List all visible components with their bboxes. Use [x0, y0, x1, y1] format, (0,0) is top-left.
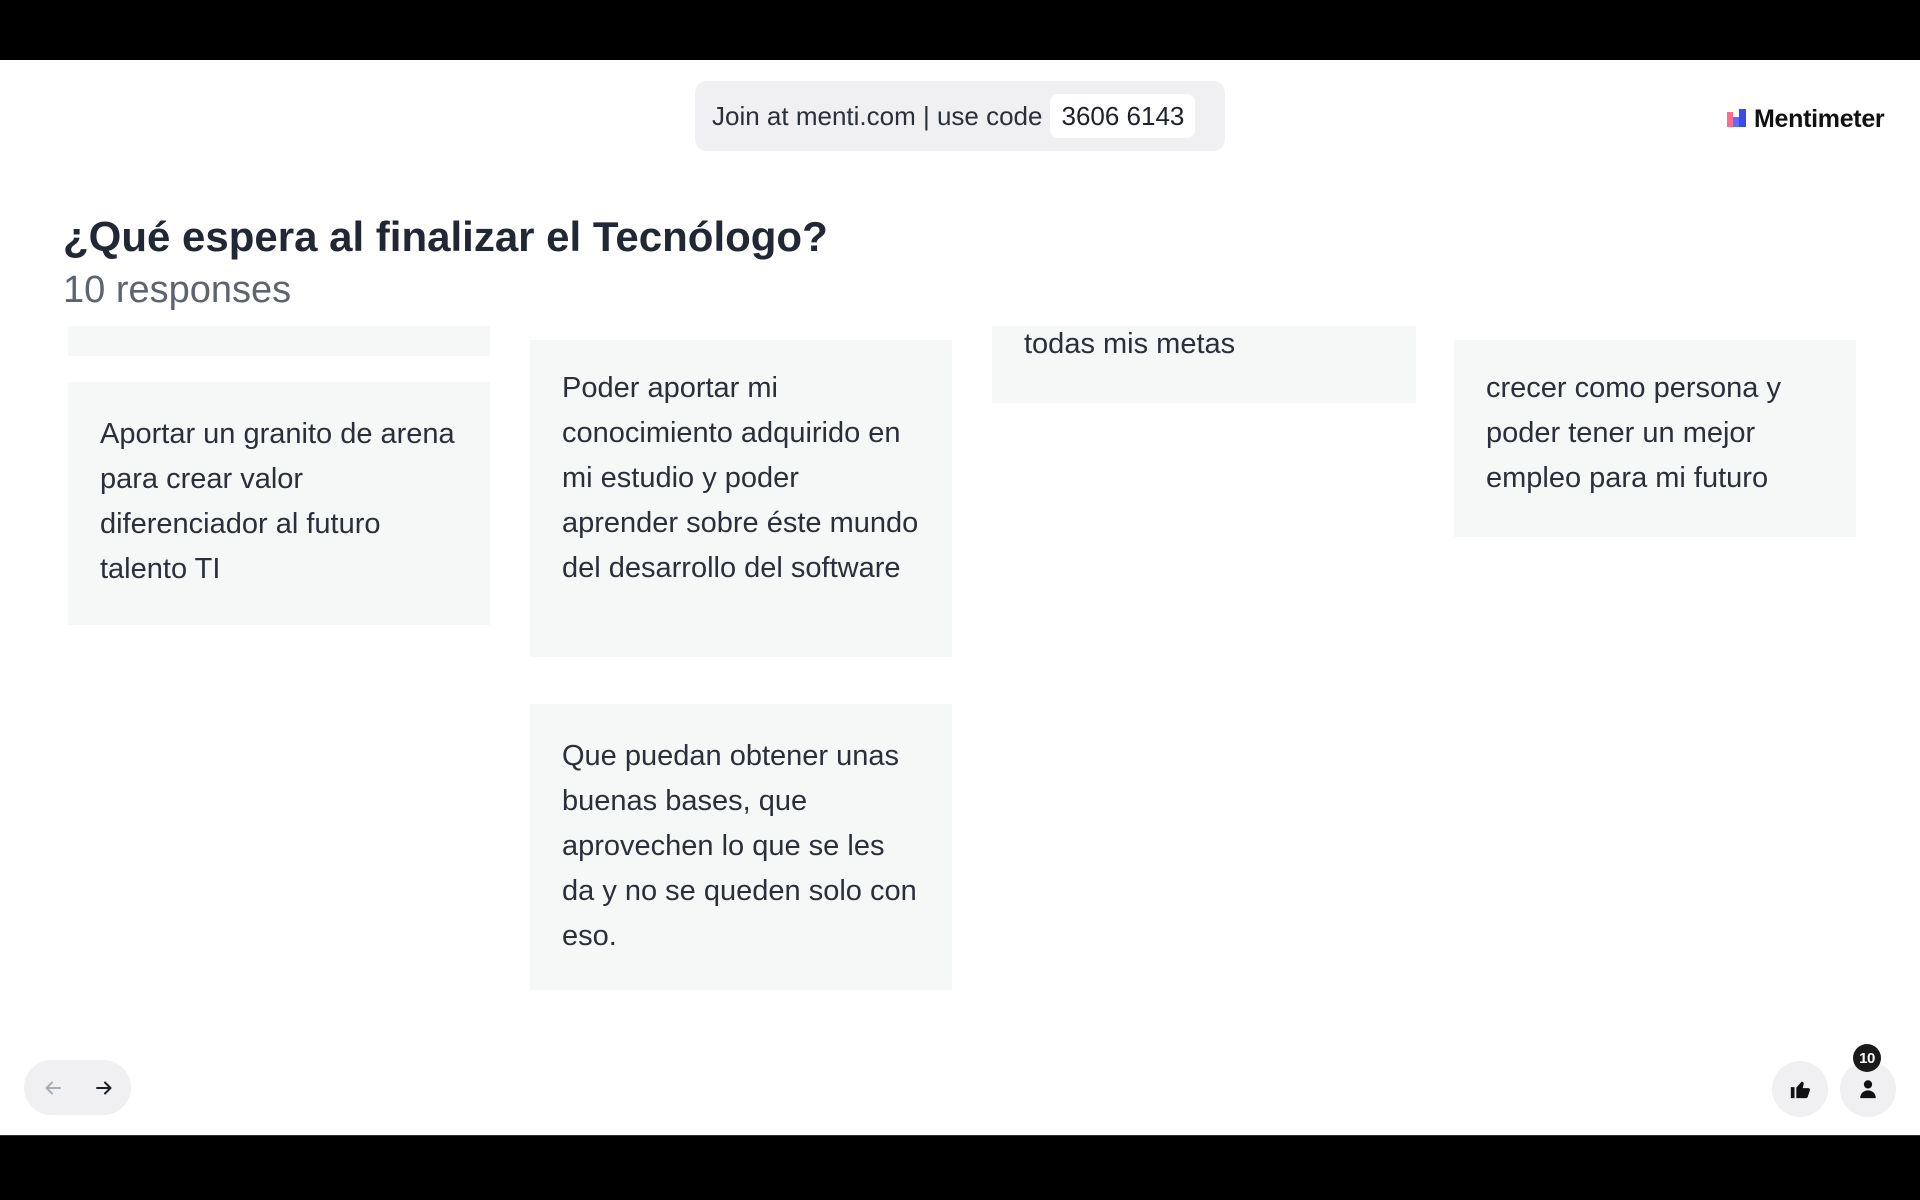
response-text: Aportar un granito de arena para crear v… — [100, 418, 455, 585]
brand: Mentimeter — [1727, 104, 1885, 134]
response-card — [68, 326, 490, 356]
response-text: crecer como persona y poder tener un mej… — [1486, 372, 1781, 494]
response-card: todas mis metas — [992, 326, 1416, 403]
response-text: Que puedan obtener unas buenas bases, qu… — [562, 740, 917, 952]
person-icon — [1860, 1080, 1876, 1099]
slide-navigation — [24, 1060, 131, 1115]
response-card: Aportar un granito de arena para crear v… — [68, 382, 490, 625]
response-card: Que puedan obtener unas buenas bases, qu… — [530, 704, 952, 990]
response-text: Poder aportar mi conocimiento adquirido … — [562, 372, 919, 584]
response-card: crecer como persona y poder tener un mej… — [1454, 340, 1856, 537]
frame-bottom-bar — [0, 1136, 1920, 1200]
join-code: 3606 6143 — [1050, 94, 1196, 138]
join-text: Join at menti.com | use code — [712, 100, 1043, 131]
previous-button[interactable] — [35, 1070, 71, 1106]
thumbs-up-icon — [1790, 1081, 1810, 1099]
arrow-left-icon — [45, 1081, 61, 1095]
response-text: todas mis metas — [1024, 328, 1236, 360]
slide: Join at menti.com | use code 3606 6143 M… — [0, 60, 1920, 1136]
responses-wall: Aportar un granito de arena para crear v… — [0, 326, 1920, 1086]
response-count: 10 responses — [63, 269, 292, 311]
brand-name: Mentimeter — [1754, 104, 1885, 133]
question-title: ¿Qué espera al finalizar el Tecnólogo? — [63, 213, 828, 260]
response-card: Poder aportar mi conocimiento adquirido … — [530, 340, 952, 657]
next-button[interactable] — [86, 1070, 122, 1106]
mentimeter-logo-icon — [1727, 109, 1746, 127]
reactions-button[interactable] — [1772, 1061, 1828, 1117]
join-instructions: Join at menti.com | use code 3606 6143 — [695, 81, 1225, 151]
participant-count-badge: 10 — [1853, 1044, 1881, 1072]
arrow-right-icon — [96, 1081, 112, 1095]
